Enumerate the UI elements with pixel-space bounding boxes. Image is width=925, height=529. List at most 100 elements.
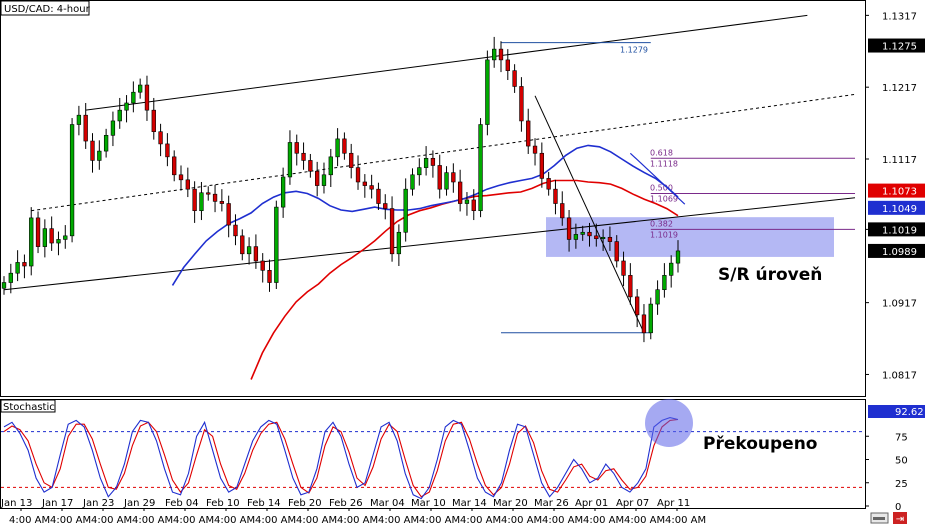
stochastic-tick-label: 25	[895, 479, 908, 490]
overbought-highlight	[645, 399, 693, 447]
time-tick-time: 4:00 AM	[91, 515, 132, 525]
candle-body	[206, 192, 211, 195]
candle-body	[240, 235, 245, 255]
candle-body	[253, 246, 259, 262]
candle-body	[600, 236, 606, 240]
time-tick-time: 4:00 AM	[419, 515, 460, 525]
candle-body	[355, 167, 361, 183]
candle-body	[573, 234, 579, 240]
time-tick-date: Feb 26	[329, 498, 363, 509]
time-tick-date: Feb 14	[247, 498, 281, 509]
candle-body	[103, 135, 109, 152]
fib-618-price: 1.1118	[650, 159, 678, 168]
stochastic-current-marker: 92.62	[868, 405, 925, 418]
fib-500-ratio: 0.500	[650, 183, 673, 192]
time-tick-time: 4:00 AM	[132, 515, 173, 525]
time-tick-time: 4:00 AM	[460, 515, 501, 525]
candle-body	[519, 86, 524, 122]
time-tick-time: 4:00 AM	[583, 515, 624, 525]
price-marker-label: 1.1073	[882, 187, 917, 198]
fib-618-ratio: 0.618	[650, 148, 673, 157]
forex-chart: 1.12790.6181.11180.5001.10690.3821.1019 …	[0, 0, 925, 526]
candle-body	[328, 156, 333, 176]
price-tick-label: 1.0917	[882, 299, 917, 310]
time-tick-time: 4:00 AM	[501, 515, 542, 525]
time-tick-date: Jan 13	[0, 498, 32, 509]
chart-stage: 1.1279 0.618 1.1118 0.500 1.1069 0.382 1.1019 …	[0, 0, 925, 526]
candle-body	[151, 109, 156, 133]
candle-body	[580, 231, 585, 235]
candle-body	[287, 142, 293, 178]
candle-body	[8, 272, 13, 283]
candle-body	[1, 282, 7, 289]
candle-body	[29, 217, 34, 267]
candle-body	[560, 203, 565, 219]
candle-body	[199, 192, 204, 212]
candle	[648, 297, 653, 340]
candle-body	[430, 157, 436, 166]
stochastic-tick-label: 50	[895, 456, 908, 467]
candle	[274, 200, 279, 289]
price-marker-label: 1.1049	[882, 204, 917, 215]
candle-body	[464, 199, 470, 204]
candle-body	[553, 188, 558, 204]
candle-body	[158, 131, 163, 145]
candle-body	[669, 262, 674, 276]
candle-body	[662, 275, 667, 291]
candle-body	[315, 170, 320, 186]
time-tick-time: 4:00 AM	[624, 515, 665, 525]
candle-body	[76, 114, 82, 125]
candle-body	[539, 152, 544, 179]
time-tick-date: Jan 29	[123, 498, 155, 509]
scroll-bar-icon	[873, 517, 885, 520]
arrow-right-icon: ⇥	[896, 514, 904, 525]
candle-body	[22, 262, 27, 267]
candle-body	[566, 217, 572, 240]
price-tick-label: 1.0817	[882, 370, 917, 381]
time-tick-time: 4:00 AM	[337, 515, 378, 525]
time-tick-time: 4:00 AM	[665, 515, 706, 525]
candle-body	[383, 203, 388, 209]
candle-body	[349, 152, 354, 168]
candle-body	[226, 203, 231, 226]
candle-body	[301, 152, 306, 161]
candle	[35, 211, 41, 254]
candle-body	[376, 188, 381, 204]
candle-body	[423, 157, 429, 168]
candle-body	[246, 246, 252, 255]
candle-body	[417, 167, 422, 176]
candle-body	[526, 120, 531, 147]
candle-body	[587, 231, 592, 237]
candle-body	[594, 235, 599, 240]
candle-body	[219, 201, 225, 204]
candle-body	[621, 260, 626, 276]
candle-body	[185, 179, 190, 190]
time-tick-date: Apr 01	[575, 498, 608, 509]
candle-body	[49, 228, 54, 244]
candle-body	[641, 314, 647, 334]
candle-body	[648, 303, 653, 334]
candle-body	[410, 174, 415, 190]
candle-body	[172, 156, 177, 176]
candle-body	[451, 172, 456, 183]
candle-body	[97, 150, 102, 161]
candle-body	[437, 165, 442, 190]
time-tick-date: Jan 23	[82, 498, 114, 509]
time-tick-date: Jan 17	[41, 498, 73, 509]
candle	[478, 118, 483, 218]
stochastic-title: Stochastic	[3, 402, 55, 413]
sr-level-label: S/R úroveň	[718, 265, 822, 285]
candle-body	[280, 176, 286, 208]
chart-title: USD/CAD: 4-hour	[4, 4, 91, 15]
time-tick-date: Mar 26	[534, 498, 569, 509]
candle-body	[308, 160, 313, 172]
price-marker: 1.0989	[868, 243, 925, 258]
candle-body	[83, 114, 88, 142]
candle-body	[485, 59, 490, 125]
candle-body	[403, 188, 408, 233]
candle-body	[396, 231, 402, 255]
time-tick-date: Apr 07	[616, 498, 649, 509]
fib-382-ratio: 0.382	[650, 219, 673, 228]
candle-body	[165, 143, 170, 158]
stochastic-tick-label: 75	[895, 432, 908, 443]
